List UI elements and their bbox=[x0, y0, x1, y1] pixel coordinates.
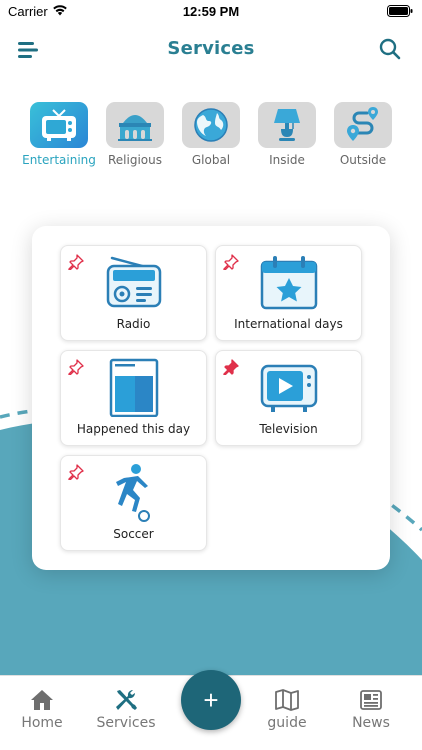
battery-icon bbox=[387, 5, 413, 20]
tools-icon bbox=[113, 688, 139, 712]
tab-label: Services bbox=[96, 715, 156, 731]
category-outside[interactable]: Outside bbox=[325, 102, 401, 167]
newspaper-icon bbox=[358, 688, 384, 712]
status-bar: Carrier 12:59 PM bbox=[0, 0, 422, 24]
tv-icon bbox=[30, 102, 88, 148]
tv-play-icon bbox=[259, 357, 319, 417]
tab-home[interactable]: Home bbox=[2, 688, 82, 731]
tab-guide[interactable]: guide bbox=[247, 688, 327, 731]
category-label: Religious bbox=[108, 153, 162, 167]
tab-label: Home bbox=[21, 715, 63, 731]
pin-icon[interactable] bbox=[68, 254, 84, 271]
category-label: Global bbox=[191, 153, 231, 167]
service-name: Radio bbox=[116, 317, 151, 331]
pin-icon[interactable] bbox=[223, 359, 239, 376]
document-icon bbox=[104, 357, 164, 418]
service-name: Happened this day bbox=[76, 422, 191, 436]
lamp-icon bbox=[258, 102, 316, 148]
tab-label: guide bbox=[267, 715, 307, 731]
app-header: Services bbox=[0, 30, 422, 70]
category-global[interactable]: Global bbox=[173, 102, 249, 167]
pin-icon[interactable] bbox=[68, 464, 84, 481]
globe-icon bbox=[182, 102, 240, 148]
tab-label: News bbox=[352, 715, 390, 731]
mosque-icon bbox=[106, 102, 164, 148]
search-icon[interactable] bbox=[378, 37, 402, 61]
service-name: International days bbox=[234, 317, 343, 331]
tab-services[interactable]: Services bbox=[86, 688, 166, 731]
soccer-player-icon bbox=[104, 462, 164, 522]
category-religious[interactable]: Religious bbox=[97, 102, 173, 167]
service-soccer[interactable]: Soccer bbox=[60, 455, 207, 551]
pin-icon[interactable] bbox=[223, 254, 239, 271]
service-television[interactable]: Television bbox=[215, 350, 362, 446]
service-international-days[interactable]: International days bbox=[215, 245, 362, 341]
page-title: Services bbox=[167, 38, 255, 59]
service-happened-this-day[interactable]: Happened this day bbox=[60, 350, 207, 446]
radio-icon bbox=[104, 252, 164, 312]
pin-icon[interactable] bbox=[68, 359, 84, 376]
category-label: Entertaining bbox=[22, 153, 96, 167]
category-label: Inside bbox=[269, 153, 305, 167]
add-button[interactable]: + bbox=[181, 670, 241, 730]
category-label: Outside bbox=[339, 153, 387, 167]
category-inside[interactable]: Inside bbox=[249, 102, 325, 167]
clock: 12:59 PM bbox=[182, 4, 240, 19]
service-name: Television bbox=[259, 422, 318, 436]
home-icon bbox=[29, 688, 55, 712]
map-icon bbox=[274, 688, 300, 712]
category-bar: Entertaining Religious Global Inside Out… bbox=[0, 102, 422, 172]
tab-news[interactable]: News bbox=[331, 688, 411, 731]
route-icon bbox=[334, 102, 392, 148]
calendar-star-icon bbox=[259, 252, 319, 312]
service-radio[interactable]: Radio bbox=[60, 245, 207, 341]
service-name: Soccer bbox=[113, 527, 154, 541]
category-entertaining[interactable]: Entertaining bbox=[21, 102, 97, 167]
services-card: Radio International days Happened this d… bbox=[32, 226, 390, 570]
